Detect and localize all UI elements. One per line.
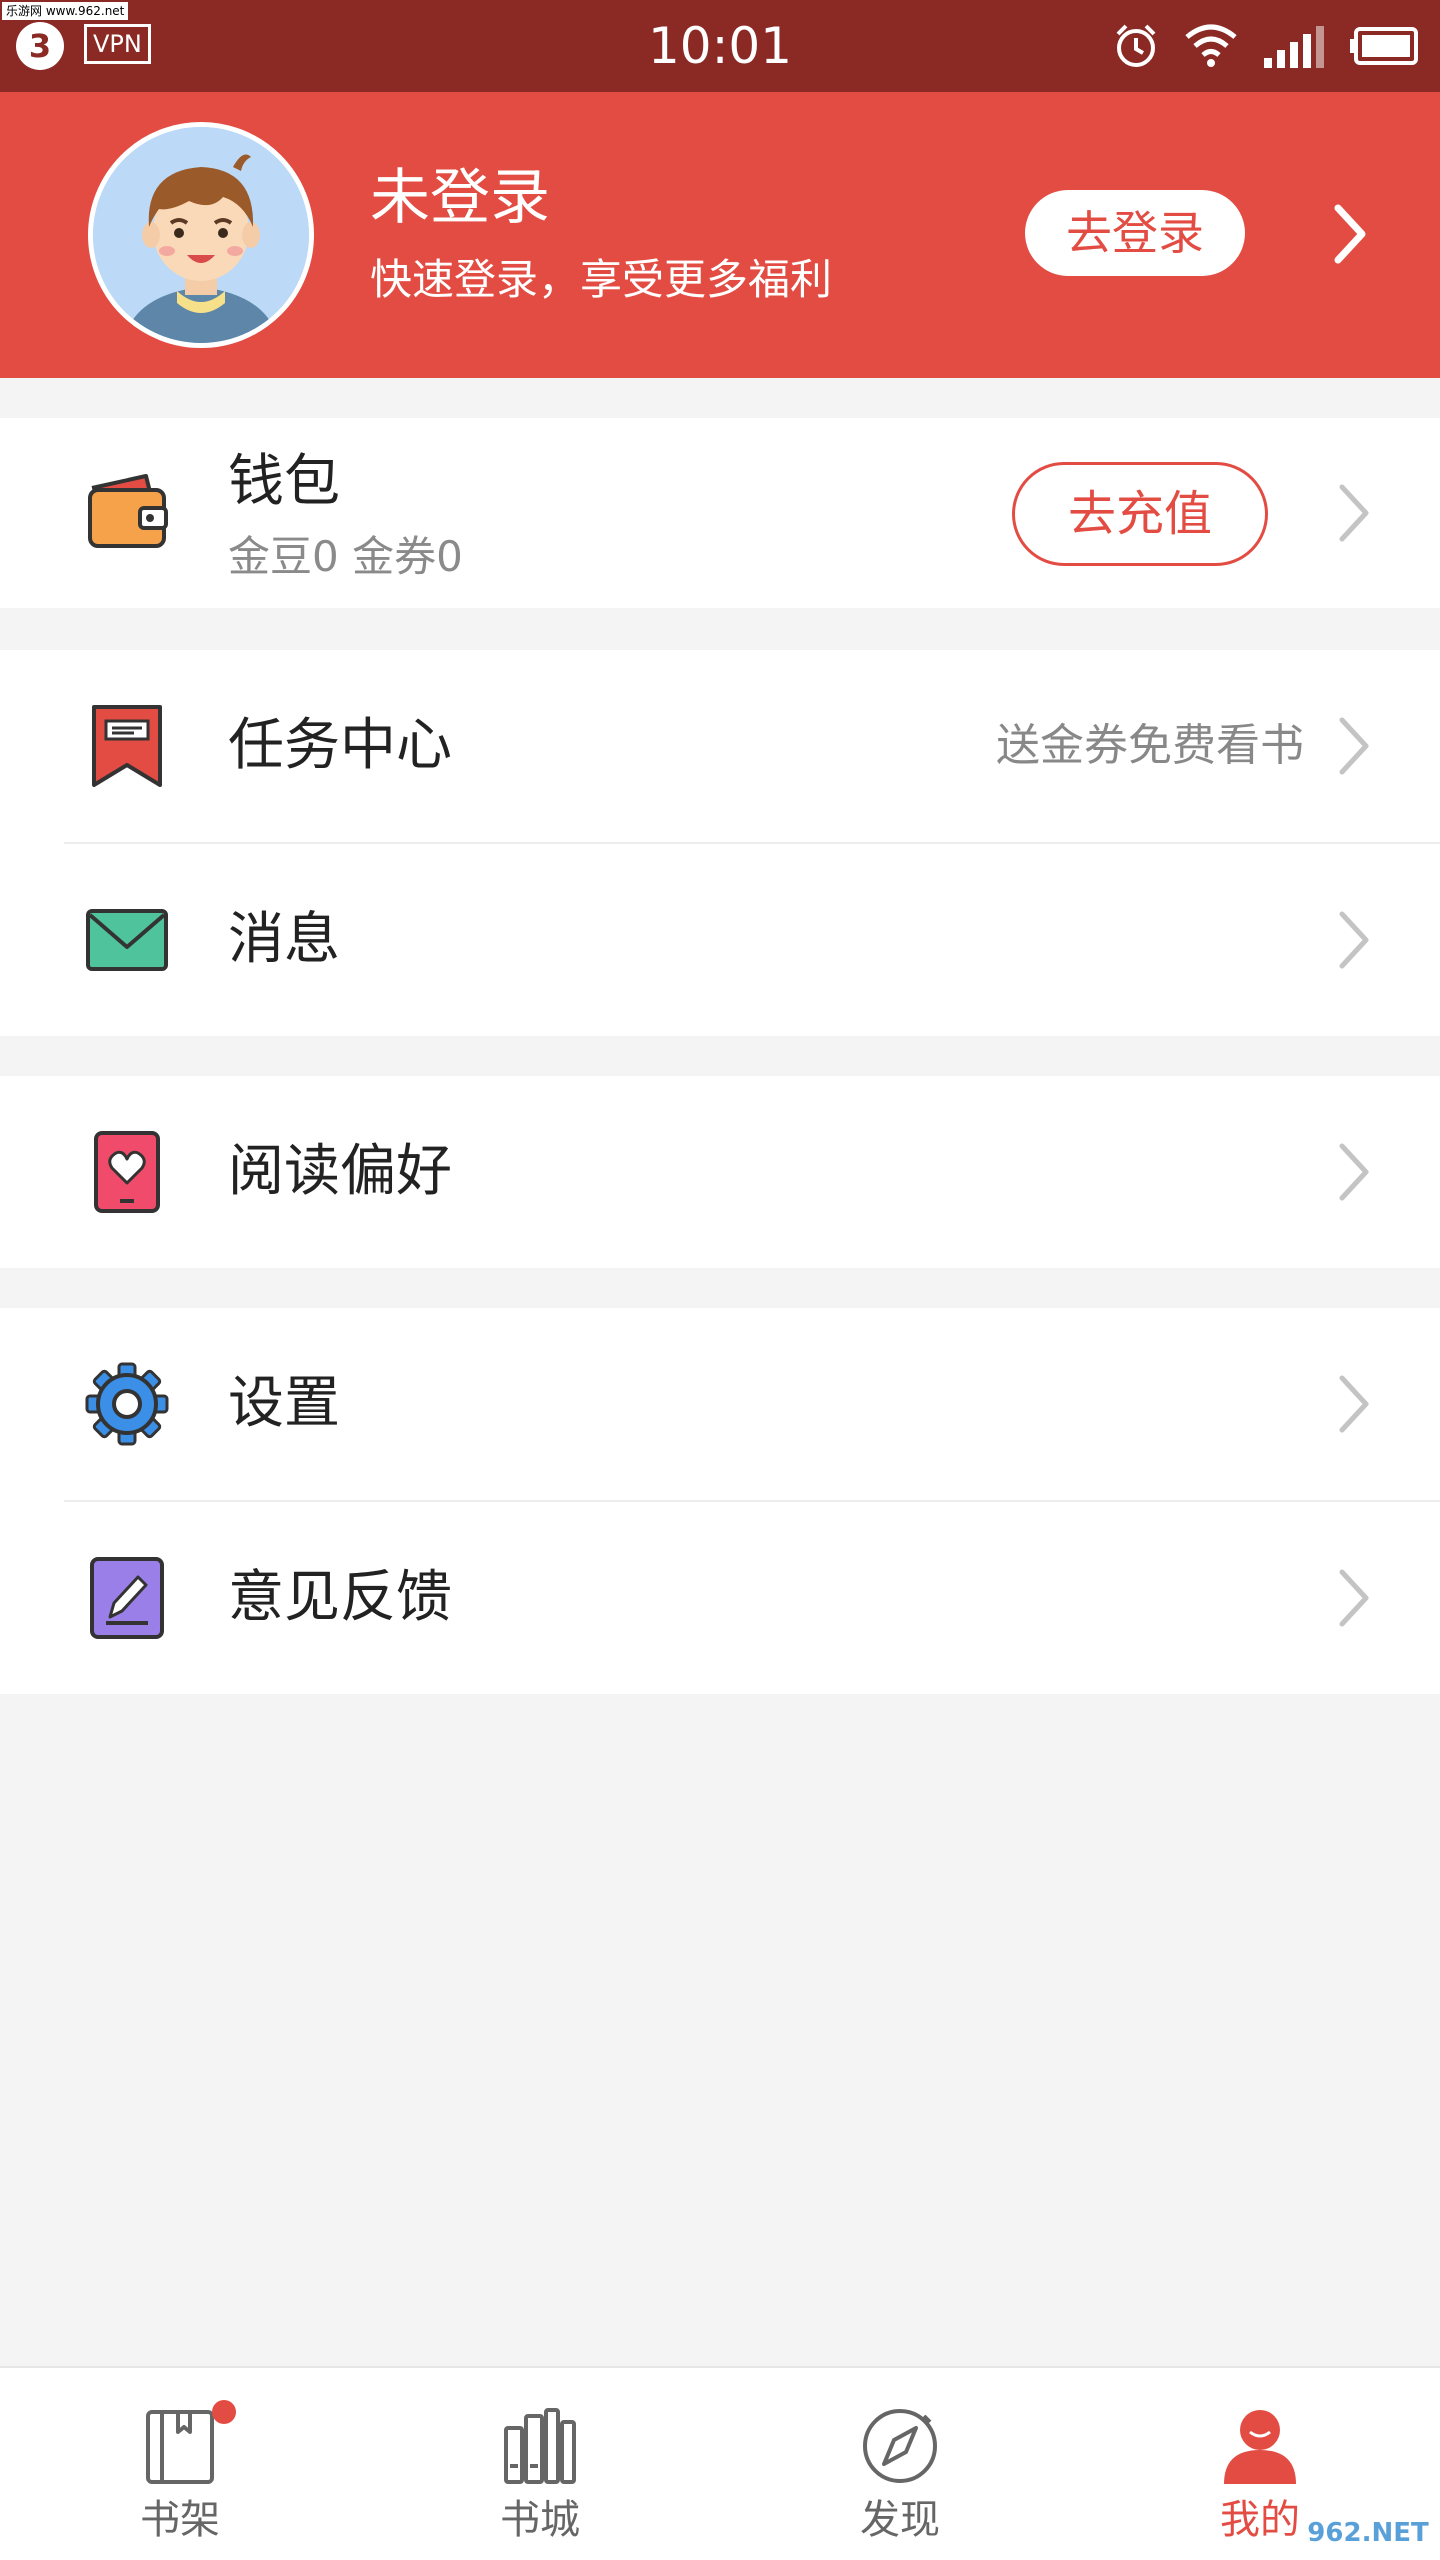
settings-row[interactable]: 设置 [0, 1308, 1440, 1500]
chevron-right-icon [1339, 717, 1369, 775]
gear-icon [85, 1362, 169, 1446]
alarm-icon [1116, 24, 1156, 67]
login-button[interactable]: 去登录 [1025, 190, 1245, 276]
chevron-right-icon [1339, 1143, 1369, 1201]
compass-icon [863, 2409, 937, 2483]
wallet-icon [88, 474, 168, 548]
nav-label-discover: 发现 [860, 2497, 940, 2543]
user-icon [1224, 2410, 1296, 2484]
wifi-icon [1185, 24, 1237, 67]
nav-label-bookshelf: 书架 [140, 2497, 220, 2543]
feedback-row[interactable]: 意见反馈 [0, 1502, 1440, 1694]
messages-label: 消息 [228, 907, 340, 972]
bookmark-ribbon-icon [92, 705, 162, 787]
notification-dot [212, 2400, 236, 2424]
nav-label-bookstore: 书城 [500, 2497, 580, 2543]
settings-feedback-card: 设置 意见反馈 [0, 1308, 1440, 1694]
battery-icon [1350, 27, 1418, 65]
bookshelf-icon [146, 2410, 214, 2484]
reading-prefs-label: 阅读偏好 [228, 1139, 452, 1204]
login-promo-text: 快速登录，享受更多福利 [370, 255, 833, 304]
profile-header[interactable]: 未登录 快速登录，享受更多福利 去登录 [0, 92, 1440, 378]
feedback-label: 意见反馈 [228, 1565, 452, 1630]
status-icons [1112, 20, 1420, 72]
heart-phone-icon [94, 1131, 160, 1213]
wallet-balance: 金豆0 金券0 [228, 532, 463, 581]
bookstore-icon [504, 2408, 576, 2484]
recharge-button[interactable]: 去充值 [1012, 462, 1268, 566]
chevron-right-icon [1339, 1569, 1369, 1627]
wallet-card[interactable]: 钱包 金豆0 金券0 去充值 [0, 418, 1440, 608]
messages-row[interactable]: 消息 [0, 844, 1440, 1036]
avatar[interactable] [88, 122, 314, 348]
settings-label: 设置 [228, 1371, 340, 1436]
tasks-messages-card: 任务中心 送金券免费看书 消息 [0, 650, 1440, 1036]
status-bar: 乐游网 www.962.net 3 VPN 10:01 [0, 0, 1440, 92]
wallet-title: 钱包 [228, 449, 340, 514]
envelope-icon [86, 909, 168, 971]
watermark-logo: 962.NET [1300, 2510, 1436, 2556]
reading-prefs-card: 阅读偏好 [0, 1076, 1440, 1268]
chevron-right-icon[interactable] [1330, 202, 1370, 266]
task-center-hint: 送金券免费看书 [996, 720, 1304, 771]
reading-prefs-row[interactable]: 阅读偏好 [0, 1076, 1440, 1268]
nav-item-bookshelf[interactable]: 书架 [0, 2368, 360, 2560]
signal-icon [1264, 26, 1324, 68]
nav-item-bookstore[interactable]: 书城 [360, 2368, 720, 2560]
edit-pencil-icon [90, 1557, 164, 1639]
chevron-right-icon [1339, 911, 1369, 969]
chevron-right-icon [1339, 1375, 1369, 1433]
login-status-title: 未登录 [370, 163, 550, 233]
nav-item-discover[interactable]: 发现 [720, 2368, 1080, 2560]
avatar-illustration-icon [93, 127, 309, 343]
task-center-label: 任务中心 [228, 713, 452, 778]
chevron-right-icon [1339, 484, 1369, 542]
task-center-row[interactable]: 任务中心 送金券免费看书 [0, 650, 1440, 842]
bottom-nav: 书架 书城 发现 我的 [0, 2366, 1440, 2560]
